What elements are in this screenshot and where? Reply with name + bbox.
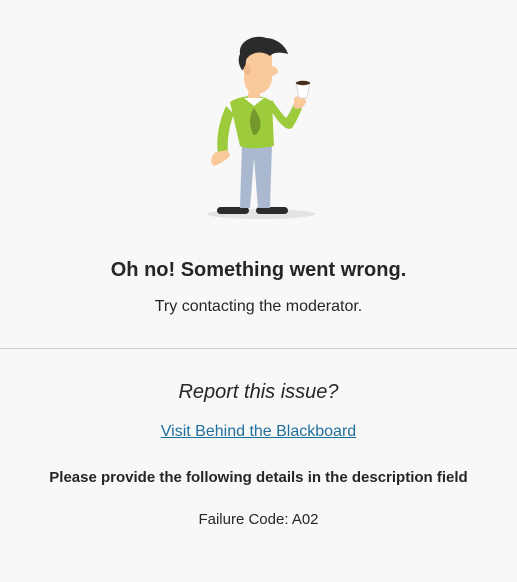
details-instruction: Please provide the following details in … (49, 469, 468, 486)
behind-the-blackboard-link[interactable]: Visit Behind the Blackboard (161, 423, 356, 440)
failure-code: Failure Code: A02 (198, 511, 319, 528)
report-issue-title: Report this issue? (178, 381, 339, 403)
error-headline: Oh no! Something went wrong. (110, 259, 407, 281)
error-illustration (200, 36, 320, 222)
section-divider (0, 348, 517, 349)
error-message: Try contacting the moderator. (154, 298, 363, 315)
report-link-container: Visit Behind the Blackboard (0, 421, 517, 443)
man-with-coffee-illustration-icon (207, 36, 315, 219)
